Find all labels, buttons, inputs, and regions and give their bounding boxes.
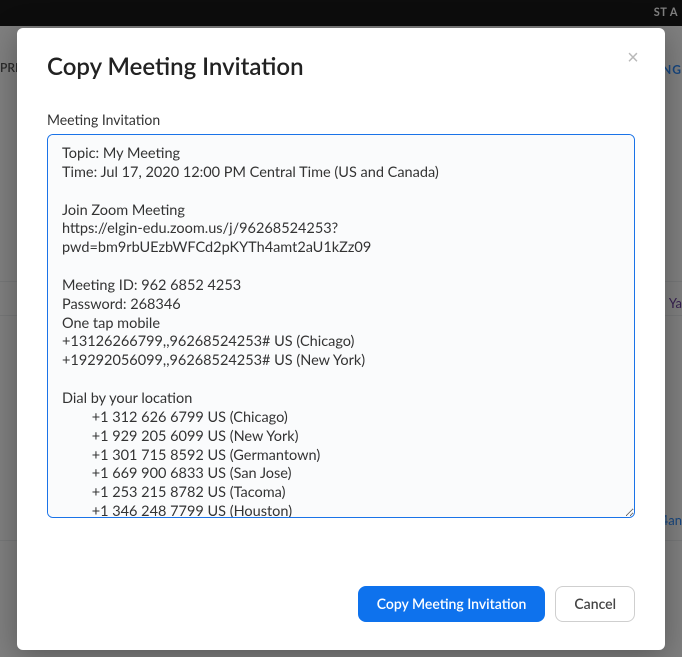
modal-footer: Copy Meeting Invitation Cancel [17,568,665,650]
invitation-label: Meeting Invitation [47,111,635,128]
copy-invitation-modal: Copy Meeting Invitation × Meeting Invita… [17,28,665,650]
cancel-button[interactable]: Cancel [555,586,635,622]
invitation-field-wrap [47,134,635,558]
invitation-textarea[interactable] [47,134,635,518]
copy-invitation-button[interactable]: Copy Meeting Invitation [358,586,546,622]
modal-title: Copy Meeting Invitation [47,52,635,81]
close-icon: × [627,48,639,68]
modal-body: Meeting Invitation [17,89,665,568]
modal-header: Copy Meeting Invitation × [17,28,665,89]
close-button[interactable]: × [621,46,645,70]
